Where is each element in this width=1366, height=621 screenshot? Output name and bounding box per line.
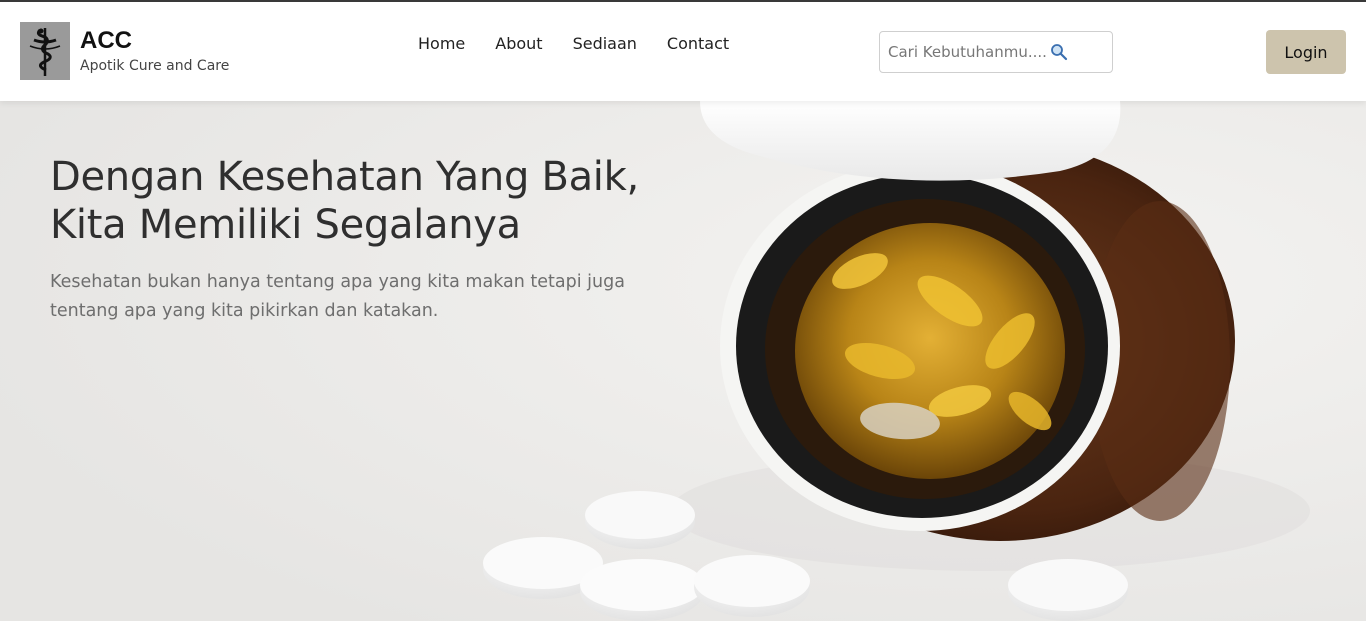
brand-title[interactable]: ACC <box>80 27 132 55</box>
hero-title: Dengan Kesehatan Yang Baik, Kita Memilik… <box>50 154 639 248</box>
nav-link-about[interactable]: About <box>495 34 542 53</box>
navbar: ACC Apotik Cure and Care Home About Sedi… <box>0 2 1366 101</box>
brand-subtitle: Apotik Cure and Care <box>80 58 230 74</box>
hero-description: Kesehatan bukan hanya tentang apa yang k… <box>50 272 625 321</box>
hero-section: Dengan Kesehatan Yang Baik, Kita Memilik… <box>0 101 1366 621</box>
search-icon[interactable] <box>1050 43 1068 61</box>
nav-link-contact[interactable]: Contact <box>667 34 729 53</box>
caduceus-icon[interactable] <box>20 22 70 80</box>
nav-link-home[interactable]: Home <box>418 34 465 53</box>
search-box <box>879 31 1113 73</box>
login-button[interactable]: Login <box>1266 30 1346 74</box>
search-input[interactable] <box>888 43 1048 61</box>
nav-link-sediaan[interactable]: Sediaan <box>573 34 637 53</box>
main-nav: Home About Sediaan Contact <box>418 34 729 53</box>
